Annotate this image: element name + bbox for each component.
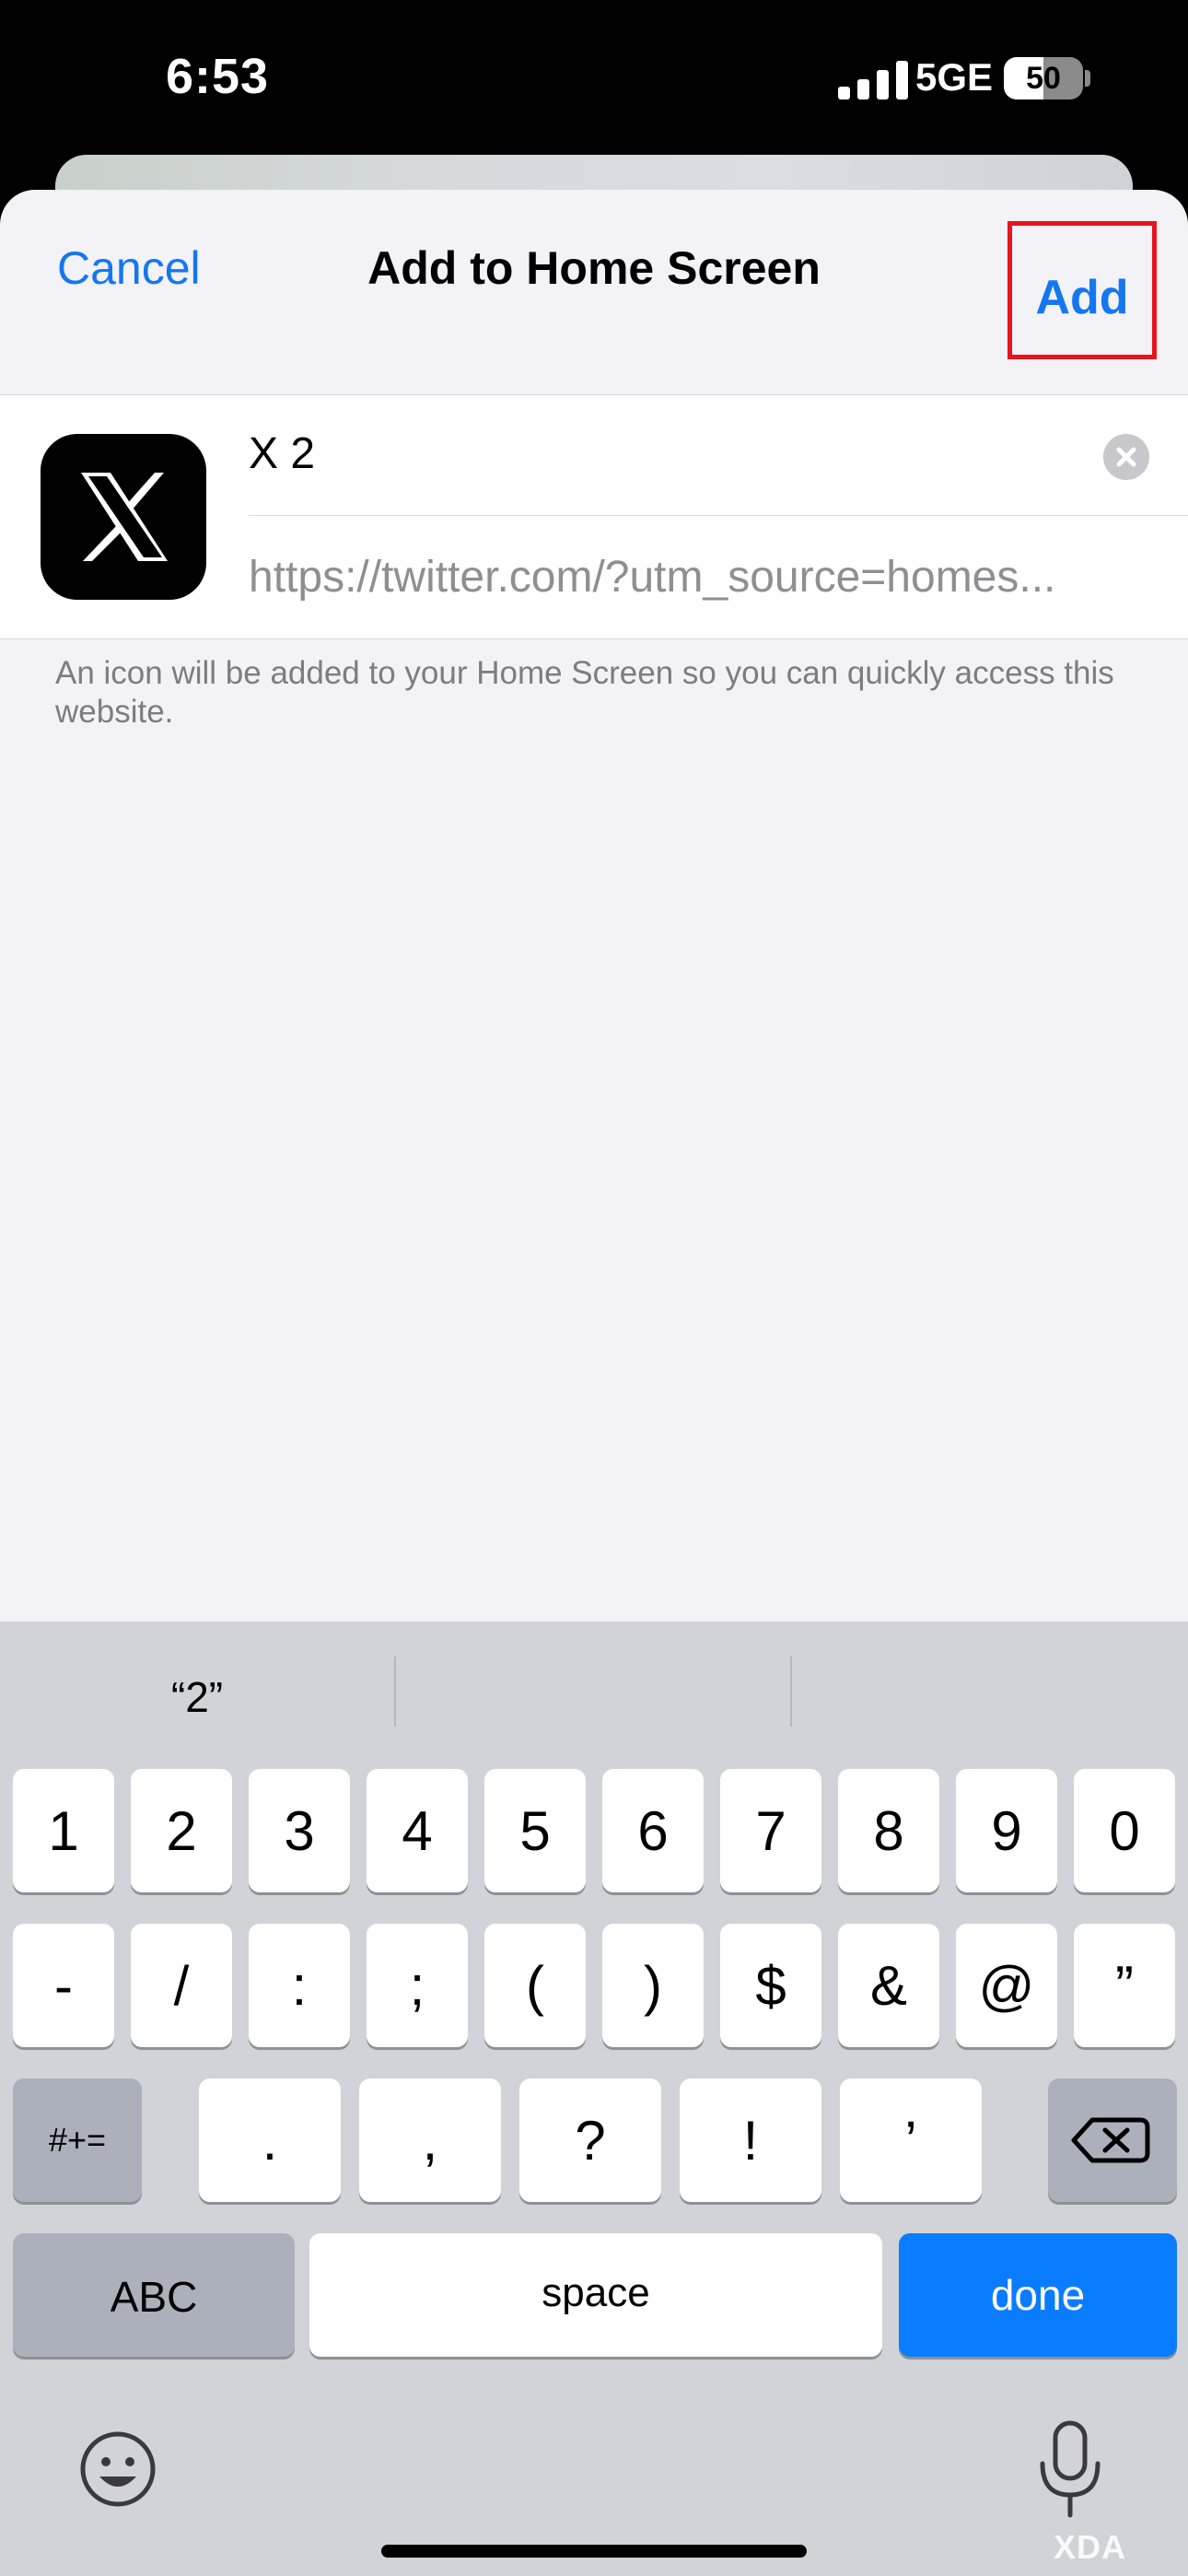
key-3[interactable]: 3 [249,1769,350,1892]
name-input[interactable]: X 2 [249,428,315,479]
key-label: , [422,2110,438,2172]
key-label: 7 [755,1800,786,1862]
key-label: 6 [637,1800,669,1862]
emoji-icon[interactable] [77,2429,158,2510]
key-punct-5[interactable]: ’ [840,2078,982,2202]
keyboard: “2” #+= ABC space done 1 2 3 4 5 6 7 8 9 0 - /:; () $… [0,1622,1188,2576]
key-label: : [291,1955,308,2017]
microphone-icon[interactable] [1035,2419,1105,2521]
space-label: space [542,2270,650,2315]
help-text: An icon will be added to your Home Scree… [55,655,1114,730]
close-icon [1116,447,1136,467]
suggestion-1[interactable]: “2” [0,1660,394,1734]
key-2[interactable]: 2 [131,1769,232,1892]
key-5[interactable]: 5 [484,1769,586,1892]
more-symbols-label: #+= [48,2121,107,2159]
key-punct-4[interactable]: ! [680,2078,821,2202]
key-4[interactable]: 4 [367,1769,468,1892]
key-10[interactable]: 0 [1074,1769,1175,1892]
abc-key[interactable]: ABC [13,2233,295,2357]
key-symbol-5[interactable]: ( [484,1924,586,2047]
key-punct-1[interactable]: . [199,2078,341,2202]
done-label: done [990,2271,1086,2319]
key-symbol-8[interactable]: & [838,1924,939,2047]
field-divider [249,515,1188,516]
delete-backspace-icon [1071,2117,1150,2163]
status-time: 6:53 [166,49,270,104]
key-label: 0 [1109,1800,1140,1862]
key-label: 9 [991,1800,1022,1862]
key-label: 1 [48,1800,79,1862]
key-label: 2 [166,1800,197,1862]
suggestion-2[interactable] [396,1660,790,1734]
clear-text-button[interactable] [1103,434,1149,480]
key-symbol-10[interactable]: ” [1074,1924,1175,2047]
key-9[interactable]: 9 [956,1769,1057,1892]
home-indicator[interactable] [381,2545,807,2558]
battery-nub [1085,70,1090,87]
key-label: ! [742,2110,759,2172]
space-key[interactable]: space [309,2233,882,2357]
key-label: @ [978,1955,1035,2017]
battery-percent: 50 [1026,61,1061,96]
add-button[interactable]: Add [1012,270,1152,325]
key-symbol-9[interactable]: @ [956,1924,1057,2047]
more-symbols-key[interactable]: #+= [13,2078,142,2202]
key-punct-2[interactable]: , [359,2078,501,2202]
x-logo-icon [81,473,168,561]
key-symbol-3[interactable]: : [249,1924,350,2047]
key-label: ) [644,1955,662,2017]
key-label: 5 [519,1800,551,1862]
bookmark-form: X 2 https://twitter.com/?utm_source=home… [0,394,1188,639]
key-7[interactable]: 7 [720,1769,821,1892]
key-8[interactable]: 8 [838,1769,939,1892]
key-label: 4 [402,1800,433,1862]
done-key[interactable]: done [899,2233,1177,2357]
key-label: ” [1115,1955,1134,2017]
key-label: . [262,2110,278,2172]
abc-label: ABC [110,2273,198,2321]
add-button-highlight[interactable]: Add [1007,221,1157,359]
key-label: / [173,1955,190,2017]
key-label: & [869,1955,908,2017]
suggestion-3[interactable] [792,1660,1188,1734]
key-punct-3[interactable]: ? [519,2078,661,2202]
key-label: ? [575,2110,606,2172]
x-app-icon [41,434,206,600]
key-symbol-6[interactable]: ) [602,1924,704,2047]
key-6[interactable]: 6 [602,1769,704,1892]
key-label: ; [409,1955,425,2017]
battery-icon: 50 [1004,57,1083,100]
key-1[interactable]: 1 [13,1769,114,1892]
key-symbol-4[interactable]: ; [367,1924,468,2047]
url-field: https://twitter.com/?utm_source=homes... [249,553,1056,602]
key-symbol-7[interactable]: $ [720,1924,821,2047]
key-label: ’ [904,2110,917,2172]
key-symbol-1[interactable]: - [13,1924,114,2047]
network-type: 5GE [915,55,994,99]
key-label: - [54,1955,73,2017]
key-label: 3 [284,1800,315,1862]
cellular-signal-icon [838,61,908,100]
watermark: XDA [1054,2528,1127,2566]
key-label: 8 [873,1800,904,1862]
key-label: ( [526,1955,544,2017]
delete-key[interactable] [1048,2078,1177,2202]
key-symbol-2[interactable]: / [131,1924,232,2047]
key-label: $ [755,1955,786,2017]
